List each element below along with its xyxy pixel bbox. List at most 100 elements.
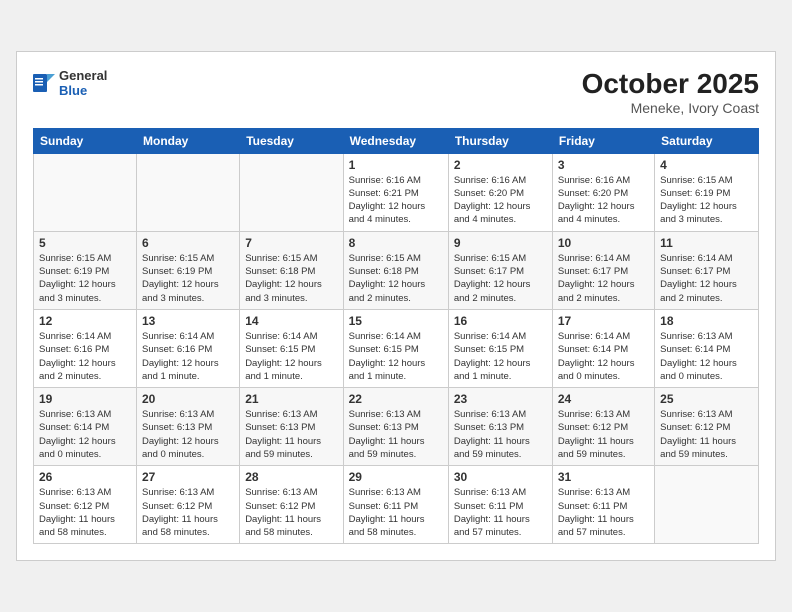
day-info: Sunrise: 6:14 AM Sunset: 6:17 PM Dayligh… bbox=[660, 252, 753, 305]
calendar-cell-2-6: 18 Sunrise: 6:13 AM Sunset: 6:14 PM Dayli… bbox=[655, 309, 759, 387]
calendar-container: General Blue October 2025 Meneke, Ivory … bbox=[16, 51, 776, 562]
calendar-cell-4-0: 26 Sunrise: 6:13 AM Sunset: 6:12 PM Dayli… bbox=[34, 466, 137, 544]
day-info: Sunrise: 6:15 AM Sunset: 6:19 PM Dayligh… bbox=[142, 252, 234, 305]
calendar-header: General Blue October 2025 Meneke, Ivory … bbox=[33, 68, 759, 116]
day-number: 7 bbox=[245, 236, 337, 250]
calendar-cell-2-4: 16 Sunrise: 6:14 AM Sunset: 6:15 PM Dayli… bbox=[448, 309, 552, 387]
week-row-1: 1Sunrise: 6:16 AM Sunset: 6:21 PM Daylig… bbox=[34, 153, 759, 231]
header-thursday: Thursday bbox=[448, 128, 552, 153]
week-row-3: 12 Sunrise: 6:14 AM Sunset: 6:16 PM Dayli… bbox=[34, 309, 759, 387]
day-number: 21 bbox=[245, 392, 337, 406]
month-title: October 2025 bbox=[582, 68, 759, 100]
header-friday: Friday bbox=[552, 128, 654, 153]
day-number: 22 bbox=[349, 392, 443, 406]
day-number: 6 bbox=[142, 236, 234, 250]
day-number: 14 bbox=[245, 314, 337, 328]
calendar-cell-4-5: 31 Sunrise: 6:13 AM Sunset: 6:11 PM Dayli… bbox=[552, 466, 654, 544]
day-number: 19 bbox=[39, 392, 131, 406]
day-info: Sunrise: 6:14 AM Sunset: 6:15 PM Dayligh… bbox=[245, 330, 337, 383]
weekday-header-row: Sunday Monday Tuesday Wednesday Thursday… bbox=[34, 128, 759, 153]
header-saturday: Saturday bbox=[655, 128, 759, 153]
day-info: Sunrise: 6:13 AM Sunset: 6:12 PM Dayligh… bbox=[558, 408, 649, 461]
header-monday: Monday bbox=[137, 128, 240, 153]
day-number: 3 bbox=[558, 158, 649, 172]
logo-general: General bbox=[59, 68, 107, 84]
day-number: 11 bbox=[660, 236, 753, 250]
day-number: 16 bbox=[454, 314, 547, 328]
day-number: 13 bbox=[142, 314, 234, 328]
day-info: Sunrise: 6:14 AM Sunset: 6:16 PM Dayligh… bbox=[39, 330, 131, 383]
day-number: 9 bbox=[454, 236, 547, 250]
day-number: 24 bbox=[558, 392, 649, 406]
day-number: 27 bbox=[142, 470, 234, 484]
day-info: Sunrise: 6:13 AM Sunset: 6:12 PM Dayligh… bbox=[660, 408, 753, 461]
week-row-5: 26 Sunrise: 6:13 AM Sunset: 6:12 PM Dayli… bbox=[34, 466, 759, 544]
calendar-cell-0-3: 1Sunrise: 6:16 AM Sunset: 6:21 PM Daylig… bbox=[343, 153, 448, 231]
day-number: 4 bbox=[660, 158, 753, 172]
calendar-cell-3-0: 19 Sunrise: 6:13 AM Sunset: 6:14 PM Dayli… bbox=[34, 388, 137, 466]
day-info: Sunrise: 6:16 AM Sunset: 6:20 PM Dayligh… bbox=[454, 174, 547, 227]
day-number: 15 bbox=[349, 314, 443, 328]
day-info: Sunrise: 6:14 AM Sunset: 6:17 PM Dayligh… bbox=[558, 252, 649, 305]
calendar-cell-2-3: 15 Sunrise: 6:14 AM Sunset: 6:15 PM Dayli… bbox=[343, 309, 448, 387]
calendar-cell-1-0: 5 Sunrise: 6:15 AM Sunset: 6:19 PM Daylig… bbox=[34, 231, 137, 309]
day-info: Sunrise: 6:13 AM Sunset: 6:11 PM Dayligh… bbox=[454, 486, 547, 539]
day-number: 18 bbox=[660, 314, 753, 328]
day-info: Sunrise: 6:16 AM Sunset: 6:21 PM Dayligh… bbox=[349, 174, 443, 227]
calendar-cell-1-1: 6 Sunrise: 6:15 AM Sunset: 6:19 PM Daylig… bbox=[137, 231, 240, 309]
day-info: Sunrise: 6:16 AM Sunset: 6:20 PM Dayligh… bbox=[558, 174, 649, 227]
day-number: 8 bbox=[349, 236, 443, 250]
day-info: Sunrise: 6:13 AM Sunset: 6:11 PM Dayligh… bbox=[558, 486, 649, 539]
day-info: Sunrise: 6:15 AM Sunset: 6:18 PM Dayligh… bbox=[245, 252, 337, 305]
calendar-body: 1Sunrise: 6:16 AM Sunset: 6:21 PM Daylig… bbox=[34, 153, 759, 544]
day-info: Sunrise: 6:15 AM Sunset: 6:18 PM Dayligh… bbox=[349, 252, 443, 305]
day-info: Sunrise: 6:14 AM Sunset: 6:14 PM Dayligh… bbox=[558, 330, 649, 383]
day-info: Sunrise: 6:14 AM Sunset: 6:15 PM Dayligh… bbox=[454, 330, 547, 383]
day-number: 20 bbox=[142, 392, 234, 406]
calendar-cell-3-5: 24 Sunrise: 6:13 AM Sunset: 6:12 PM Dayli… bbox=[552, 388, 654, 466]
calendar-cell-2-1: 13Sunrise: 6:14 AM Sunset: 6:16 PM Dayli… bbox=[137, 309, 240, 387]
calendar-table: Sunday Monday Tuesday Wednesday Thursday… bbox=[33, 128, 759, 545]
day-info: Sunrise: 6:13 AM Sunset: 6:13 PM Dayligh… bbox=[454, 408, 547, 461]
logo-blue: Blue bbox=[59, 83, 107, 99]
day-info: Sunrise: 6:15 AM Sunset: 6:19 PM Dayligh… bbox=[39, 252, 131, 305]
calendar-cell-1-5: 10 Sunrise: 6:14 AM Sunset: 6:17 PM Dayli… bbox=[552, 231, 654, 309]
calendar-cell-3-4: 23Sunrise: 6:13 AM Sunset: 6:13 PM Dayli… bbox=[448, 388, 552, 466]
logo-text: General Blue bbox=[59, 68, 107, 99]
week-row-2: 5 Sunrise: 6:15 AM Sunset: 6:19 PM Daylig… bbox=[34, 231, 759, 309]
day-number: 10 bbox=[558, 236, 649, 250]
calendar-cell-3-6: 25Sunrise: 6:13 AM Sunset: 6:12 PM Dayli… bbox=[655, 388, 759, 466]
day-info: Sunrise: 6:13 AM Sunset: 6:12 PM Dayligh… bbox=[39, 486, 131, 539]
day-number: 26 bbox=[39, 470, 131, 484]
calendar-cell-1-2: 7 Sunrise: 6:15 AM Sunset: 6:18 PM Daylig… bbox=[240, 231, 343, 309]
calendar-cell-4-6 bbox=[655, 466, 759, 544]
day-info: Sunrise: 6:13 AM Sunset: 6:14 PM Dayligh… bbox=[660, 330, 753, 383]
calendar-cell-3-2: 21Sunrise: 6:13 AM Sunset: 6:13 PM Dayli… bbox=[240, 388, 343, 466]
calendar-cell-0-2 bbox=[240, 153, 343, 231]
calendar-cell-4-3: 29Sunrise: 6:13 AM Sunset: 6:11 PM Dayli… bbox=[343, 466, 448, 544]
day-info: Sunrise: 6:13 AM Sunset: 6:13 PM Dayligh… bbox=[142, 408, 234, 461]
day-number: 30 bbox=[454, 470, 547, 484]
logo: General Blue bbox=[33, 68, 107, 99]
calendar-cell-2-5: 17 Sunrise: 6:14 AM Sunset: 6:14 PM Dayli… bbox=[552, 309, 654, 387]
day-number: 29 bbox=[349, 470, 443, 484]
day-info: Sunrise: 6:15 AM Sunset: 6:17 PM Dayligh… bbox=[454, 252, 547, 305]
day-number: 17 bbox=[558, 314, 649, 328]
day-number: 31 bbox=[558, 470, 649, 484]
calendar-cell-4-4: 30 Sunrise: 6:13 AM Sunset: 6:11 PM Dayli… bbox=[448, 466, 552, 544]
calendar-cell-0-0 bbox=[34, 153, 137, 231]
day-info: Sunrise: 6:13 AM Sunset: 6:12 PM Dayligh… bbox=[245, 486, 337, 539]
calendar-cell-1-3: 8 Sunrise: 6:15 AM Sunset: 6:18 PM Daylig… bbox=[343, 231, 448, 309]
calendar-cell-2-2: 14 Sunrise: 6:14 AM Sunset: 6:15 PM Dayli… bbox=[240, 309, 343, 387]
header-tuesday: Tuesday bbox=[240, 128, 343, 153]
day-info: Sunrise: 6:13 AM Sunset: 6:13 PM Dayligh… bbox=[349, 408, 443, 461]
day-info: Sunrise: 6:14 AM Sunset: 6:15 PM Dayligh… bbox=[349, 330, 443, 383]
header-wednesday: Wednesday bbox=[343, 128, 448, 153]
day-info: Sunrise: 6:13 AM Sunset: 6:14 PM Dayligh… bbox=[39, 408, 131, 461]
day-number: 12 bbox=[39, 314, 131, 328]
calendar-cell-3-1: 20 Sunrise: 6:13 AM Sunset: 6:13 PM Dayli… bbox=[137, 388, 240, 466]
day-number: 5 bbox=[39, 236, 131, 250]
calendar-cell-2-0: 12 Sunrise: 6:14 AM Sunset: 6:16 PM Dayli… bbox=[34, 309, 137, 387]
day-number: 28 bbox=[245, 470, 337, 484]
logo-icon bbox=[33, 70, 55, 96]
